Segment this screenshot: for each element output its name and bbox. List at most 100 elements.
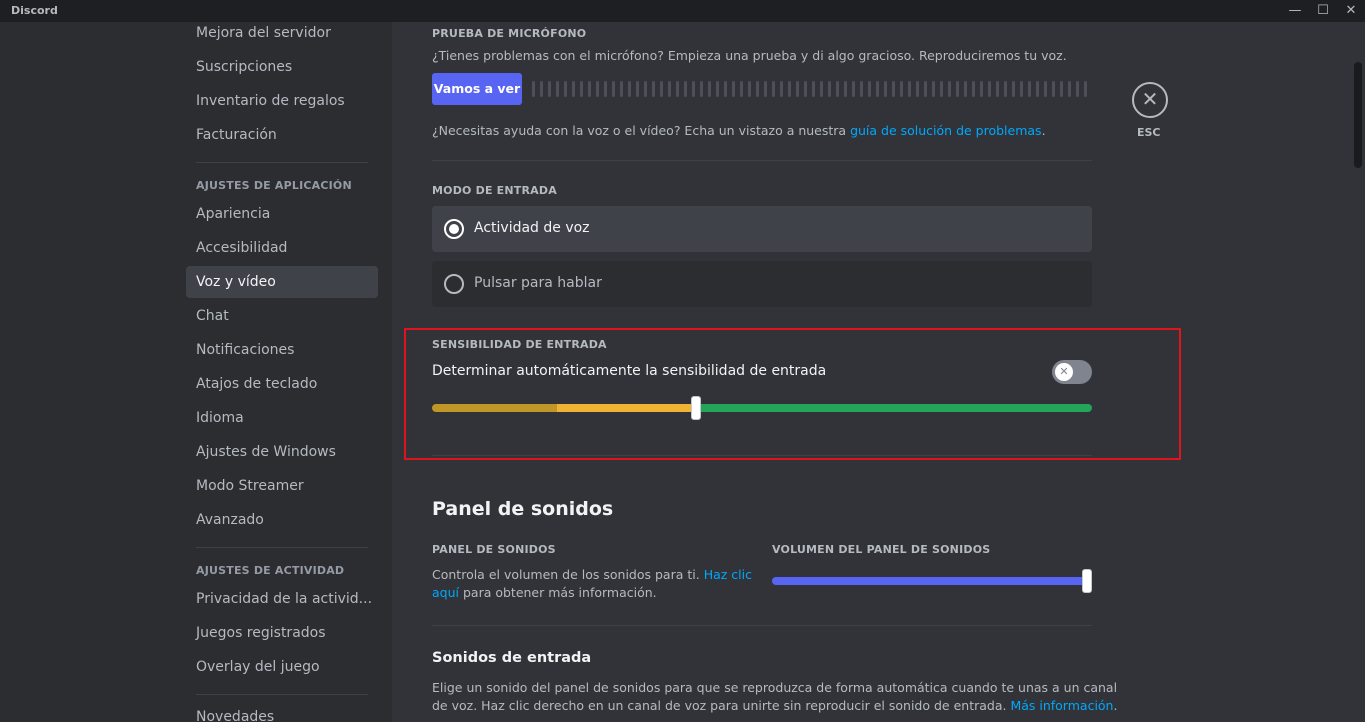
mic-meter-bar	[972, 81, 975, 97]
sidebar-separator	[196, 694, 368, 695]
mic-meter-bar	[820, 81, 823, 97]
sensitivity-slider-track[interactable]	[432, 404, 1092, 412]
mic-meter-bar	[852, 81, 855, 97]
settings-sidebar: Mejora del servidor Suscripciones Invent…	[0, 22, 392, 722]
auto-sensitivity-toggle[interactable]: ✕	[1052, 360, 1092, 384]
sidebar-item-gift-inventory[interactable]: Inventario de regalos	[186, 85, 378, 117]
mic-meter-bar	[684, 81, 687, 97]
sidebar-item-streamer-mode[interactable]: Modo Streamer	[186, 470, 378, 502]
help-text: ¿Necesitas ayuda con la voz o el vídeo? …	[432, 123, 1046, 138]
esc-label: ESC	[1137, 126, 1161, 139]
soundboard-volume-header: VOLUMEN DEL PANEL DE SONIDOS	[772, 543, 991, 556]
sidebar-item-game-overlay[interactable]: Overlay del juego	[186, 651, 378, 683]
mic-meter-bar	[644, 81, 647, 97]
below-threshold-segment	[557, 404, 696, 412]
input-mode-option-voice-activity[interactable]: Actividad de voz	[432, 206, 1092, 252]
sidebar-item-chat[interactable]: Chat	[186, 300, 378, 332]
mic-meter-bar	[596, 81, 599, 97]
close-window-icon[interactable]: ✕	[1337, 0, 1365, 22]
soundboard-volume-track[interactable]	[772, 577, 1092, 585]
sensitivity-slider-handle[interactable]	[691, 396, 701, 420]
sidebar-item-whats-new[interactable]: Novedades	[186, 701, 378, 722]
mic-meter-bar	[932, 81, 935, 97]
help-text-prefix: ¿Necesitas ayuda con la voz o el vídeo? …	[432, 123, 851, 138]
mic-meter-bar	[636, 81, 639, 97]
mic-meter-bar	[956, 81, 959, 97]
sidebar-item-activity-privacy[interactable]: Privacidad de la activid...	[186, 583, 378, 615]
app-title: Discord	[11, 4, 58, 17]
sidebar-item-accessibility[interactable]: Accesibilidad	[186, 232, 378, 264]
mic-meter-bar	[916, 81, 919, 97]
sidebar-item-voice-video[interactable]: Voz y vídeo	[186, 266, 378, 298]
mic-meter-bar	[540, 81, 543, 97]
mic-meter-bar	[812, 81, 815, 97]
mic-meter-bar	[716, 81, 719, 97]
more-info-link[interactable]: Más información	[1010, 698, 1113, 713]
mic-meter-bar	[1004, 81, 1007, 97]
soundboard-link-part1[interactable]: Haz clic	[704, 567, 752, 582]
sidebar-item-server-boost[interactable]: Mejora del servidor	[186, 22, 378, 49]
soundboard-volume-handle[interactable]	[1082, 569, 1092, 593]
radio-selected-icon	[444, 219, 464, 239]
sidebar-item-billing[interactable]: Facturación	[186, 119, 378, 151]
sidebar-separator	[196, 162, 368, 163]
sidebar-item-appearance[interactable]: Apariencia	[186, 198, 378, 230]
section-divider	[432, 455, 1092, 456]
soundboard-title: Panel de sonidos	[432, 498, 614, 520]
mic-meter-bar	[1076, 81, 1079, 97]
troubleshooting-link[interactable]: guía de solución de problemas	[850, 123, 1042, 138]
scrollbar-thumb[interactable]	[1354, 62, 1362, 168]
section-divider	[432, 625, 1092, 626]
mic-meter-bar	[692, 81, 695, 97]
mic-meter-bar	[860, 81, 863, 97]
sidebar-item-keybinds[interactable]: Atajos de teclado	[186, 368, 378, 400]
input-mode-header: MODO DE ENTRADA	[432, 184, 557, 197]
minimize-icon[interactable]: —	[1281, 0, 1309, 22]
mic-meter-bar	[908, 81, 911, 97]
mic-meter-bar	[988, 81, 991, 97]
sidebar-separator	[196, 547, 368, 548]
mic-meter-bar	[1012, 81, 1015, 97]
toggle-off-icon: ✕	[1055, 363, 1073, 381]
mic-meter-bar	[724, 81, 727, 97]
mic-meter-bar	[804, 81, 807, 97]
entry-desc-text: de voz. Haz clic derecho en un canal de …	[432, 698, 1011, 713]
maximize-icon[interactable]: ☐	[1309, 0, 1337, 22]
soundboard-link-part2[interactable]: aquí	[432, 585, 459, 600]
mic-meter-bar	[1020, 81, 1023, 97]
mic-meter-bar	[652, 81, 655, 97]
mic-test-description: ¿Tienes problemas con el micrófono? Empi…	[432, 48, 1067, 63]
sensitivity-header: SENSIBILIDAD DE ENTRADA	[432, 338, 607, 351]
sidebar-item-registered-games[interactable]: Juegos registrados	[186, 617, 378, 649]
mic-meter-bar	[1060, 81, 1063, 97]
mic-meter-bar	[892, 81, 895, 97]
input-mode-option-push-to-talk[interactable]: Pulsar para hablar	[432, 261, 1092, 307]
mic-test-header: PRUEBA DE MICRÓFONO	[432, 27, 587, 40]
entry-desc-suffix: .	[1113, 698, 1118, 713]
mic-meter-bar	[628, 81, 631, 97]
close-icon[interactable]: ✕	[1132, 82, 1168, 118]
mic-meter-bar	[948, 81, 951, 97]
sidebar-item-language[interactable]: Idioma	[186, 402, 378, 434]
mic-level-meter	[532, 81, 1092, 97]
mic-meter-bar	[732, 81, 735, 97]
mic-meter-bar	[740, 81, 743, 97]
mic-meter-bar	[1052, 81, 1055, 97]
option-label: Actividad de voz	[474, 220, 590, 236]
soundboard-desc-2: para obtener más información.	[459, 585, 657, 600]
mic-meter-bar	[580, 81, 583, 97]
mic-meter-bar	[780, 81, 783, 97]
mic-meter-bar	[548, 81, 551, 97]
option-label: Pulsar para hablar	[474, 275, 602, 291]
sidebar-item-windows-settings[interactable]: Ajustes de Windows	[186, 436, 378, 468]
sidebar-item-notifications[interactable]: Notificaciones	[186, 334, 378, 366]
mic-meter-bar	[964, 81, 967, 97]
mic-meter-bar	[1044, 81, 1047, 97]
soundboard-description-2: aquí para obtener más información.	[432, 585, 752, 600]
sidebar-header-activity-settings: AJUSTES DE ACTIVIDAD	[196, 564, 345, 577]
radio-unselected-icon	[444, 274, 464, 294]
sidebar-item-subscriptions[interactable]: Suscripciones	[186, 51, 378, 83]
above-threshold-segment	[696, 404, 1092, 412]
mic-test-button[interactable]: Vamos a ver	[432, 73, 522, 105]
sidebar-item-advanced[interactable]: Avanzado	[186, 504, 378, 536]
